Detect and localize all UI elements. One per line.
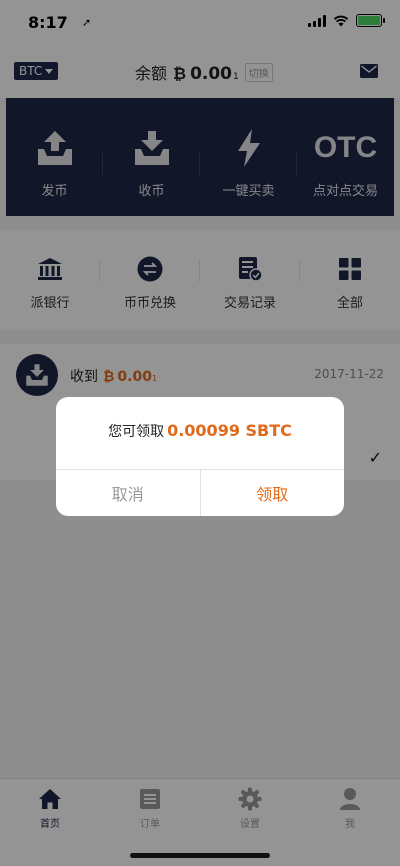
dialog-buttons: 取消 领取 (56, 469, 344, 516)
claim-button[interactable]: 领取 (201, 470, 345, 516)
home-indicator[interactable] (130, 853, 270, 858)
claim-dialog: 您可领取 0.00099 SBTC 取消 领取 (56, 397, 344, 516)
dialog-message: 您可领取 0.00099 SBTC (56, 421, 344, 441)
dialog-message-text: 您可领取 (108, 424, 165, 440)
cancel-button[interactable]: 取消 (56, 470, 201, 516)
dialog-claim-value: 0.00099 SBTC (167, 421, 292, 440)
